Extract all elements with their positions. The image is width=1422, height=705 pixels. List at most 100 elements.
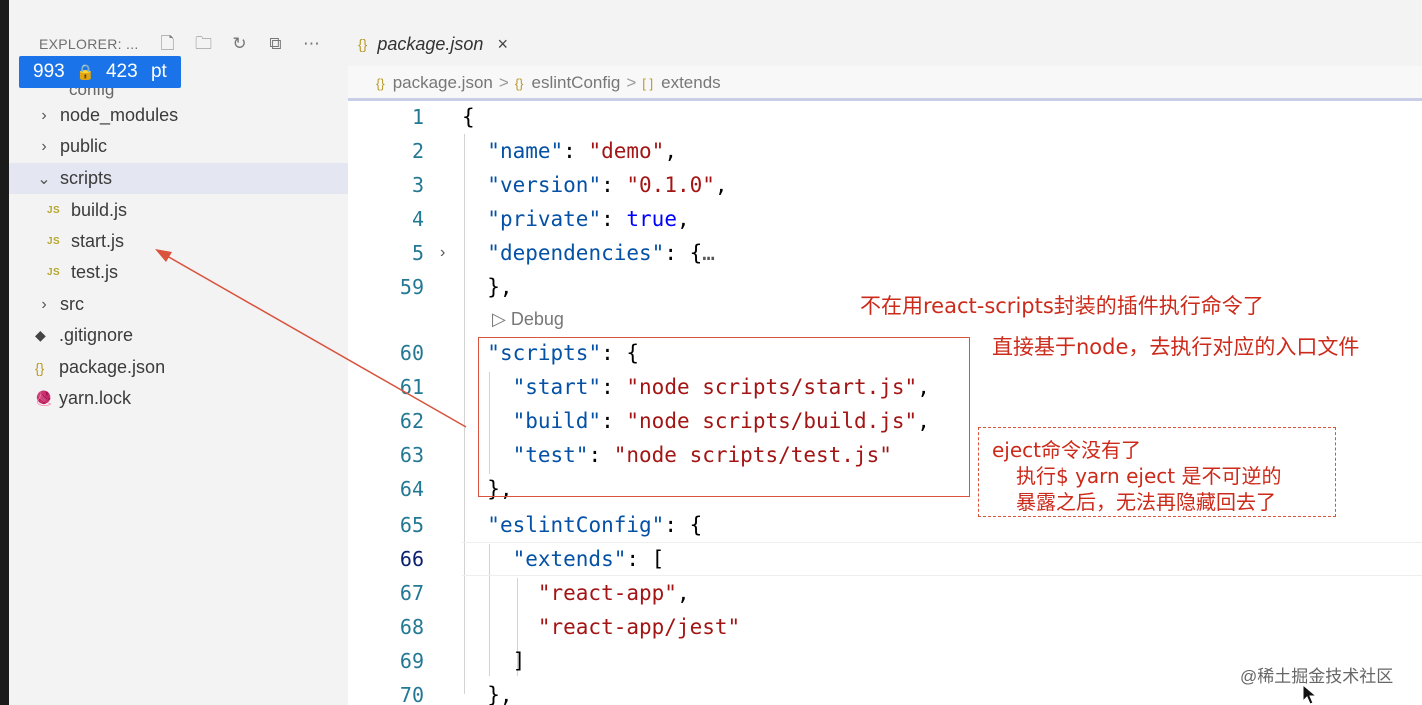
collapse-icon[interactable]: ⧉	[265, 33, 287, 55]
chevron-right-icon: ›	[41, 106, 47, 124]
close-icon[interactable]: ×	[497, 34, 508, 55]
breadcrumb: {} package.json > {} eslintConfig > [ ] …	[348, 66, 1422, 100]
git-icon: ◆	[35, 327, 46, 343]
dimension-height: 423	[105, 61, 138, 82]
dimension-unit: pt	[150, 61, 167, 82]
tree-item-gitignore[interactable]: ◆ .gitignore	[9, 320, 348, 351]
line-number: 64	[399, 477, 424, 501]
line-number: 5	[411, 241, 424, 265]
tab-package-json[interactable]: {} package.json ×	[358, 26, 508, 62]
chevron-right-icon: >	[626, 73, 637, 92]
js-file-icon: JS	[47, 236, 61, 247]
line-number: 4	[411, 207, 424, 231]
tree-item-label: src	[60, 294, 84, 314]
code-text: "extends": [	[512, 547, 665, 571]
explorer-header: EXPLORER: ... 🗋 🗀 ↻ ⧉ ⋯	[39, 30, 337, 58]
line-number: 65	[399, 513, 424, 537]
code-text: "eslintConfig": {	[487, 513, 703, 537]
code-line[interactable]: 5 › "dependencies": {…	[348, 236, 1422, 270]
lock-icon: 🔒	[75, 64, 95, 81]
breadcrumb-item[interactable]: package.json	[393, 73, 493, 93]
breadcrumb-item[interactable]: eslintConfig	[532, 73, 621, 93]
line-number: 2	[411, 139, 424, 163]
annotation-eject-2: 执行$ yarn eject 是不可逆的	[1016, 464, 1282, 488]
line-number: 59	[399, 275, 424, 299]
explorer-sidebar: EXPLORER: ... 🗋 🗀 ↻ ⧉ ⋯ config 993 🔒 423…	[9, 0, 348, 705]
mouse-cursor-icon	[1302, 684, 1318, 705]
refresh-icon[interactable]: ↻	[229, 33, 251, 55]
code-line[interactable]: 3 "version": "0.1.0",	[348, 168, 1422, 202]
tab-label: package.json	[377, 33, 484, 54]
tree-item-test-js[interactable]: JS test.js	[9, 257, 348, 288]
code-text: "private": true,	[487, 207, 690, 231]
chevron-right-icon: ›	[41, 137, 47, 155]
code-text: ]	[462, 649, 526, 673]
code-text: "name": "demo",	[487, 139, 677, 163]
tree-item-yarn-lock[interactable]: 🧶 yarn.lock	[9, 383, 348, 414]
activity-bar-edge	[0, 0, 9, 705]
tree-item-package-json[interactable]: {} package.json	[9, 352, 348, 383]
code-text: {	[462, 105, 475, 129]
line-number: 66	[399, 547, 424, 571]
js-file-icon: JS	[47, 205, 61, 216]
new-file-icon[interactable]: 🗋	[157, 33, 179, 55]
scripts-annotation-box	[478, 337, 970, 497]
tree-item-scripts[interactable]: ⌄ scripts	[9, 163, 348, 194]
chevron-down-icon: ⌄	[37, 170, 51, 188]
line-number: 63	[399, 443, 424, 467]
line-number: 67	[399, 581, 424, 605]
yarn-icon: 🧶	[35, 390, 53, 406]
tree-item-label: test.js	[71, 262, 119, 282]
dimensions-badge: 993 🔒 423 pt	[19, 56, 181, 88]
line-number: 60	[399, 341, 424, 365]
debug-codelens[interactable]: ▷ Debug	[492, 304, 564, 334]
code-line[interactable]: 66 "extends": [	[348, 542, 1422, 576]
tree-item-label: node_modules	[60, 105, 179, 125]
explorer-title: EXPLORER: ...	[39, 36, 139, 52]
object-icon: {}	[514, 75, 524, 91]
tree-item-node-modules[interactable]: › node_modules	[9, 100, 348, 131]
line-number: 62	[399, 409, 424, 433]
tree-item-label: .gitignore	[59, 325, 134, 345]
tree-item-src[interactable]: › src	[9, 289, 348, 320]
code-text: "react-app/jest"	[537, 615, 741, 639]
annotation-eject-3: 暴露之后，无法再隐藏回去了	[1016, 490, 1276, 514]
chevron-right-icon: ›	[41, 295, 47, 313]
code-line[interactable]: 1 {	[348, 100, 1422, 134]
code-editor: {} package.json × {} package.json > {} e…	[348, 0, 1422, 705]
code-text: "version": "0.1.0",	[487, 173, 728, 197]
line-number: 69	[399, 649, 424, 673]
new-folder-icon[interactable]: 🗀	[193, 33, 215, 55]
js-file-icon: JS	[47, 267, 61, 278]
chevron-right-icon[interactable]: ›	[440, 236, 445, 270]
tree-item-label: build.js	[71, 200, 128, 220]
tree-item-start-js[interactable]: JS start.js	[9, 226, 348, 257]
line-number: 70	[399, 683, 424, 705]
dimension-width: 993	[33, 61, 65, 82]
line-number: 1	[411, 105, 424, 129]
code-line[interactable]: 4 "private": true,	[348, 202, 1422, 236]
code-text: "react-app",	[537, 581, 690, 605]
tree-item-label: public	[60, 136, 108, 156]
tree-item-public[interactable]: › public	[9, 131, 348, 162]
code-line[interactable]: 68 "react-app/jest"	[348, 610, 1422, 644]
json-file-icon: {}	[376, 75, 385, 91]
code-line[interactable]: 2 "name": "demo",	[348, 134, 1422, 168]
chevron-right-icon: >	[498, 73, 509, 92]
line-number: 3	[411, 173, 424, 197]
tree-item-label: package.json	[59, 357, 166, 377]
code-text: },	[462, 683, 513, 705]
json-file-icon: {}	[358, 36, 368, 52]
annotation-note-2: 直接基于node，去执行对应的入口文件	[992, 335, 1360, 359]
tree-item-build-js[interactable]: JS build.js	[9, 195, 348, 226]
line-number: 61	[399, 375, 424, 399]
code-text: },	[462, 275, 513, 299]
annotation-eject-1: eject命令没有了	[992, 438, 1142, 462]
tree-item-label: scripts	[60, 168, 113, 188]
code-line[interactable]: 67 "react-app",	[348, 576, 1422, 610]
more-icon[interactable]: ⋯	[301, 33, 323, 55]
annotation-note-1: 不在用react-scripts封装的插件执行命令了	[860, 294, 1264, 318]
breadcrumb-item[interactable]: extends	[661, 73, 721, 93]
array-icon: [ ]	[642, 75, 654, 91]
json-file-icon: {}	[35, 359, 45, 376]
